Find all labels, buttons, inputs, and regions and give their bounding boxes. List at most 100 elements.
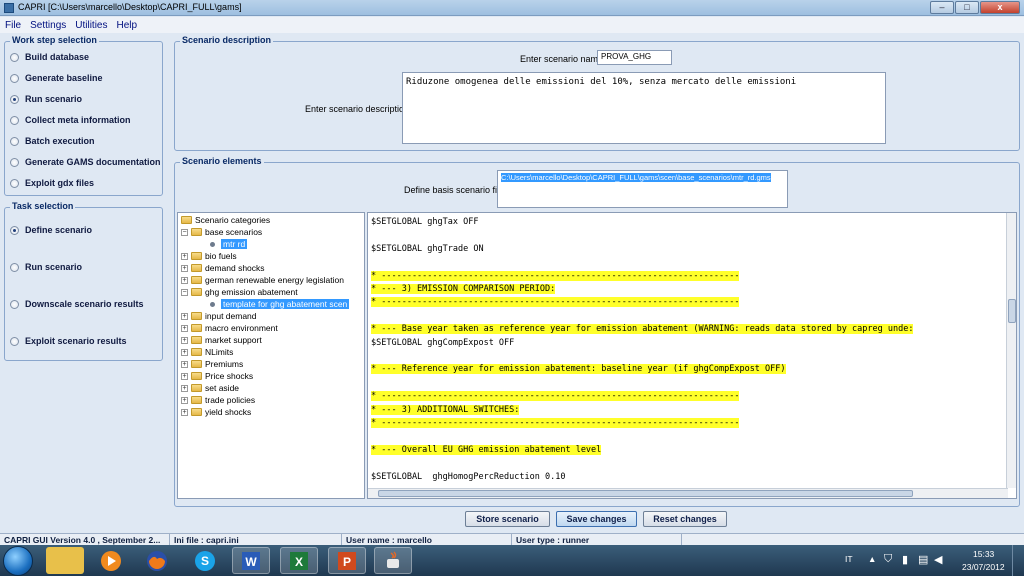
folder-icon — [191, 372, 202, 380]
work-step-option[interactable]: Generate baseline — [10, 73, 103, 83]
tree-folder-item[interactable]: + trade policies — [181, 395, 255, 405]
radio-button-icon[interactable] — [10, 115, 19, 125]
work-step-option-label: Generate baseline — [25, 73, 103, 83]
expand-icon[interactable]: + — [181, 336, 188, 344]
tree-folder-item[interactable]: + market support — [181, 335, 262, 345]
tray-security-icon[interactable]: ⛉ — [884, 553, 892, 566]
expand-icon[interactable]: + — [181, 312, 188, 320]
scenario-code-editor[interactable]: $SETGLOBAL ghgHomogPercReduction 0.10 * -… — [367, 212, 1017, 499]
vertical-scroll-thumb[interactable] — [1008, 299, 1016, 323]
language-indicator[interactable]: IT — [845, 554, 853, 564]
skype-icon[interactable]: S — [186, 547, 224, 574]
start-button[interactable] — [3, 546, 33, 576]
tree-folder-item[interactable]: + input demand — [181, 311, 257, 321]
vertical-scrollbar[interactable] — [1006, 213, 1016, 488]
expand-icon[interactable]: + — [181, 348, 188, 356]
expand-icon[interactable]: + — [181, 360, 188, 368]
tray-clock-date[interactable]: 23/07/2012 — [962, 562, 1005, 572]
expand-icon[interactable]: + — [181, 408, 188, 416]
tree-folder-item[interactable]: + bio fuels — [181, 251, 237, 261]
horizontal-scrollbar[interactable] — [368, 488, 1008, 498]
radio-button-icon[interactable] — [10, 178, 19, 188]
radio-button-icon[interactable] — [10, 299, 19, 309]
work-step-option[interactable]: Run scenario — [10, 94, 82, 104]
expand-icon[interactable]: + — [181, 396, 188, 404]
task-option[interactable]: Define scenario — [10, 225, 92, 235]
tree-item-label: market support — [205, 335, 262, 345]
scenario-description-input[interactable]: Riduzone omogenea delle emissioni del 10… — [402, 72, 886, 144]
radio-button-icon[interactable] — [10, 336, 19, 346]
expand-icon[interactable]: + — [181, 384, 188, 392]
tray-clock-time[interactable]: 15:33 — [973, 549, 994, 559]
tree-folder-item[interactable]: + set aside — [181, 383, 239, 393]
radio-button-icon[interactable] — [10, 225, 19, 235]
collapse-icon[interactable]: − — [181, 228, 188, 236]
tree-leaf-item[interactable]: mtr rd — [208, 239, 248, 249]
radio-button-icon[interactable] — [10, 73, 19, 83]
tree-folder-item[interactable]: + demand shocks — [181, 263, 265, 273]
work-step-option[interactable]: Collect meta information — [10, 115, 131, 125]
work-step-option[interactable]: Batch execution — [10, 136, 95, 146]
basis-file-input[interactable]: C:\Users\marcello\Desktop\CAPRI_FULL\gam… — [497, 170, 788, 208]
explorer-icon[interactable] — [46, 547, 84, 574]
taskbar: S W X P IT ▲ ⛉ ▮ ▤ ◀ 15:33 23/07/2012 — [0, 545, 1024, 576]
tree-folder-item[interactable]: − ghg emission abatement — [181, 287, 298, 297]
expand-icon[interactable]: + — [181, 372, 188, 380]
excel-icon[interactable]: X — [280, 547, 318, 574]
work-step-option[interactable]: Generate GAMS documentation — [10, 157, 161, 167]
menu-file[interactable]: File — [5, 20, 21, 31]
firefox-icon[interactable] — [138, 547, 176, 574]
save-changes-button[interactable]: Save changes — [556, 511, 637, 527]
expand-icon[interactable]: + — [181, 252, 188, 260]
java-icon[interactable] — [374, 547, 412, 574]
task-option[interactable]: Run scenario — [10, 262, 82, 272]
word-icon[interactable]: W — [232, 547, 270, 574]
radio-button-icon[interactable] — [10, 262, 19, 272]
media-player-icon[interactable] — [92, 547, 130, 574]
store-scenario-button[interactable]: Store scenario — [465, 511, 550, 527]
work-step-option[interactable]: Exploit gdx files — [10, 178, 94, 188]
scenario-name-input[interactable]: PROVA_GHG — [597, 50, 672, 65]
code-line: * --------------------------------------… — [371, 270, 740, 281]
maximize-button[interactable]: □ — [955, 1, 979, 14]
tree-folder-item[interactable]: + yield shocks — [181, 407, 251, 417]
tree-folder-item[interactable]: − base scenarios — [181, 227, 262, 237]
tree-folder-item[interactable]: + Price shocks — [181, 371, 253, 381]
close-button[interactable]: x — [980, 1, 1020, 14]
horizontal-scroll-thumb[interactable] — [378, 490, 913, 497]
tree-item-label: german renewable energy legislation — [205, 275, 344, 285]
window-title: CAPRI [C:\Users\marcello\Desktop\CAPRI_F… — [18, 2, 242, 12]
minimize-button[interactable]: – — [930, 1, 954, 14]
menu-help[interactable]: Help — [117, 20, 138, 31]
expand-icon[interactable]: + — [181, 264, 188, 272]
tree-item-label: ghg emission abatement — [205, 287, 298, 297]
menu-settings[interactable]: Settings — [30, 20, 66, 31]
code-line: * --- Base year taken as reference year … — [371, 324, 914, 335]
tray-network-icon[interactable]: ▤ — [918, 553, 928, 566]
expand-icon[interactable]: + — [181, 324, 188, 332]
tree-folder-item[interactable]: + NLimits — [181, 347, 233, 357]
show-desktop-button[interactable] — [1012, 545, 1024, 576]
powerpoint-icon[interactable]: P — [328, 547, 366, 574]
tree-item-label: mtr rd — [221, 239, 248, 249]
title-bar: CAPRI [C:\Users\marcello\Desktop\CAPRI_F… — [0, 0, 1024, 16]
expand-icon[interactable]: + — [181, 276, 188, 284]
tray-arrow-icon[interactable]: ▲ — [868, 554, 876, 564]
tray-battery-icon[interactable]: ▮ — [902, 553, 908, 566]
task-option[interactable]: Exploit scenario results — [10, 336, 127, 346]
radio-button-icon[interactable] — [10, 157, 19, 167]
reset-changes-button[interactable]: Reset changes — [643, 511, 727, 527]
work-step-option[interactable]: Build database — [10, 52, 89, 62]
tree-folder-item[interactable]: + macro environment — [181, 323, 278, 333]
tree-folder-item[interactable]: + Premiums — [181, 359, 243, 369]
tree-leaf-item[interactable]: template for ghg abatement scen — [208, 299, 350, 309]
radio-button-icon[interactable] — [10, 94, 19, 104]
radio-button-icon[interactable] — [10, 136, 19, 146]
collapse-icon[interactable]: − — [181, 288, 188, 296]
tray-volume-icon[interactable]: ◀ — [934, 553, 942, 566]
task-option[interactable]: Downscale scenario results — [10, 299, 144, 309]
tree-folder-item[interactable]: + german renewable energy legislation — [181, 275, 344, 285]
menu-utilities[interactable]: Utilities — [75, 20, 107, 31]
tree-root[interactable]: Scenario categories — [181, 215, 270, 225]
radio-button-icon[interactable] — [10, 52, 19, 62]
